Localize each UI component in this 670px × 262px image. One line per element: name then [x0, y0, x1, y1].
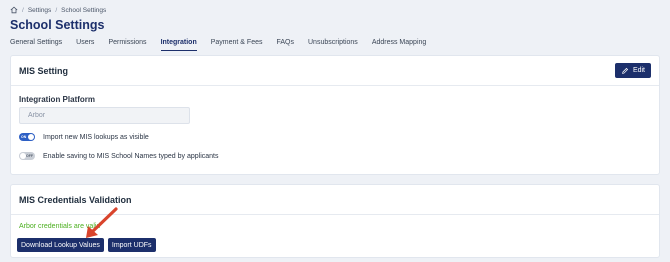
tab-faqs[interactable]: FAQs [276, 39, 294, 51]
mis-credentials-header: MIS Credentials Validation [11, 185, 659, 215]
breadcrumb-item-school-settings: School Settings [61, 6, 107, 14]
toggle-knob [20, 153, 26, 159]
settings-tabs: General Settings Users Permissions Integ… [10, 39, 440, 51]
tab-integration[interactable]: Integration [160, 39, 197, 51]
save-school-names-label: Enable saving to MIS School Names typed … [43, 152, 219, 160]
integration-platform-field[interactable] [19, 107, 190, 124]
tab-users[interactable]: Users [76, 39, 94, 51]
edit-button-label: Edit [632, 67, 645, 74]
import-udfs-button[interactable]: Import UDFs [107, 238, 156, 252]
breadcrumb-item-settings[interactable]: Settings [28, 7, 52, 14]
home-icon[interactable] [10, 6, 18, 14]
breadcrumb: / Settings / School Settings [10, 5, 106, 15]
breadcrumb-separator: / [55, 6, 58, 14]
toggle-state-label: ON [21, 134, 27, 139]
mis-credentials-card: MIS Credentials Validation Arbor credent… [10, 184, 660, 258]
toggle-knob [28, 134, 34, 140]
tab-unsubscriptions[interactable]: Unsubscriptions [308, 39, 358, 51]
save-school-names-row: OFF Enable saving to MIS School Names ty… [19, 152, 219, 160]
credentials-status-text: Arbor credentials are valid [19, 223, 101, 230]
edit-button[interactable]: Edit [614, 63, 651, 78]
mis-setting-title: MIS Setting [19, 65, 68, 76]
mis-credentials-title: MIS Credentials Validation [19, 194, 132, 205]
mis-setting-header: MIS Setting Edit [11, 56, 659, 86]
import-lookups-row: ON Import new MIS lookups as visible [19, 133, 149, 141]
pencil-icon [622, 67, 629, 74]
save-school-names-toggle[interactable]: OFF [19, 152, 35, 160]
integration-platform-label: Integration Platform [19, 95, 96, 104]
mis-setting-card: MIS Setting Edit Integration Platform ON… [10, 55, 660, 175]
page-title: School Settings [10, 18, 105, 32]
tab-address-mapping[interactable]: Address Mapping [372, 39, 426, 51]
import-lookups-toggle[interactable]: ON [19, 133, 35, 141]
breadcrumb-separator: / [22, 6, 24, 14]
download-lookup-values-button[interactable]: Download Lookup Values [17, 238, 104, 252]
tab-general-settings[interactable]: General Settings [10, 39, 62, 51]
toggle-state-label: OFF [26, 153, 33, 158]
import-lookups-label: Import new MIS lookups as visible [43, 133, 149, 141]
tab-payment-fees[interactable]: Payment & Fees [211, 39, 263, 51]
tab-permissions[interactable]: Permissions [108, 39, 146, 51]
credentials-actions: Download Lookup Values Import UDFs [17, 238, 156, 252]
